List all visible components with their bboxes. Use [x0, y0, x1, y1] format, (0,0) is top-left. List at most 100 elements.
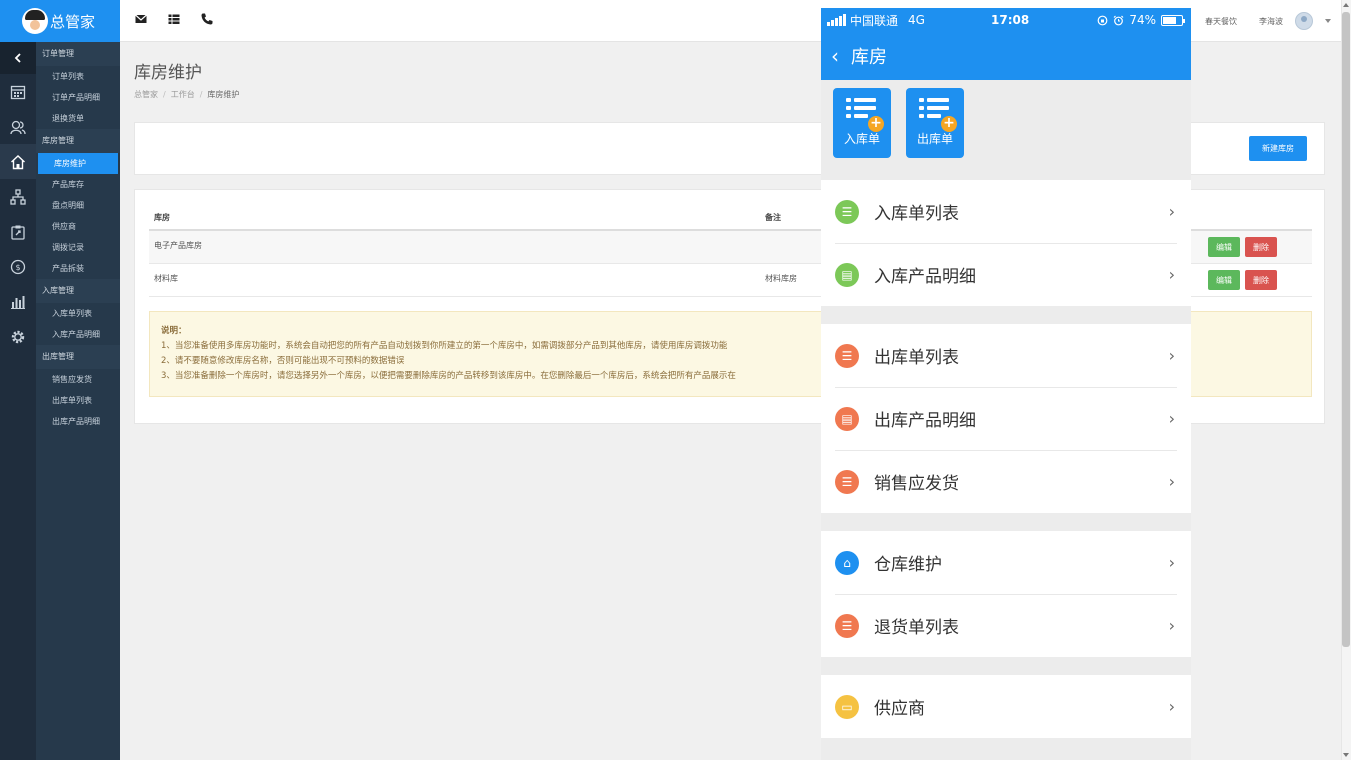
submenu-item-order-list[interactable]: 订单列表 [36, 66, 120, 87]
clipboard-icon [11, 225, 25, 240]
submenu-group-warehouse[interactable]: 库房管理 [36, 129, 120, 153]
user-name: 李海波 [1259, 16, 1283, 26]
mail-icon[interactable] [134, 12, 148, 26]
menu-row[interactable]: ☰ 出库单列表 › [821, 324, 1191, 387]
submenu-group-inbound[interactable]: 入库管理 [36, 279, 120, 303]
submenu-item-sales-to-ship[interactable]: 销售应发货 [36, 369, 120, 390]
submenu-item-returns[interactable]: 退换货单 [36, 108, 120, 129]
new-warehouse-button[interactable]: 新建库房 [1249, 136, 1307, 161]
rail-finance[interactable]: $ [0, 249, 36, 284]
breadcrumb-current: 库房维护 [207, 90, 240, 99]
warehouse-name-cell: 电子产品库房 [149, 230, 760, 264]
chevron-right-icon: › [1168, 265, 1175, 284]
menu-row-label: 供应商 [874, 699, 925, 719]
rail-organization[interactable] [0, 179, 36, 214]
status-time: 17:08 [991, 13, 1030, 27]
rail-warehouse[interactable] [0, 144, 36, 179]
logo-mascot-icon [22, 8, 48, 34]
submenu-item-outbound-product-detail[interactable]: 出库产品明细 [36, 411, 120, 432]
chevron-left-icon [14, 53, 21, 63]
submenu-item-order-product-detail[interactable]: 订单产品明细 [36, 87, 120, 108]
menu-row[interactable]: ☰ 销售应发货 › [821, 450, 1191, 513]
menu-row[interactable]: ⌂ 仓库维护 › [821, 531, 1191, 594]
carrier: 中国联通 [850, 13, 899, 28]
submenu-item-inbound-product-detail[interactable]: 入库产品明细 [36, 324, 120, 345]
menu-row-label: 入库产品明细 [874, 267, 976, 287]
detail-icon: ▤ [835, 406, 859, 431]
phone-menu: ☰ 入库单列表 › ▤ 入库产品明细 › ☰ 出库单列表 › ▤ 出库产品明细 › ☰ 销售应发货 › ⌂ 仓库… [821, 180, 1191, 738]
delete-button[interactable]: 删除 [1245, 270, 1277, 290]
menu-row-label: 出库产品明细 [874, 411, 976, 431]
rail-settings[interactable] [0, 319, 36, 354]
menu-row[interactable]: ▭ 供应商 › [821, 675, 1191, 738]
menu-row-label: 仓库维护 [874, 555, 942, 575]
rail-orders[interactable] [0, 74, 36, 109]
gear-icon [11, 330, 25, 343]
icon-rail: $ [0, 42, 36, 760]
menu-row-label: 退货单列表 [874, 618, 959, 638]
detail-icon: ▤ [835, 262, 859, 287]
delete-button[interactable]: 删除 [1245, 237, 1277, 257]
rail-customers[interactable] [0, 109, 36, 144]
menu-row-label: 销售应发货 [874, 474, 959, 494]
breadcrumb: 总管家 / 工作台 / 库房维护 [134, 90, 240, 99]
money-icon: $ [10, 259, 26, 274]
card-icon: ▭ [835, 694, 859, 719]
user-menu[interactable]: 春天餐饮 李海波 [1205, 12, 1331, 30]
row-actions: 编辑 删除 [1208, 237, 1277, 257]
breadcrumb-home[interactable]: 总管家 [134, 90, 158, 99]
chevron-down-icon[interactable] [1325, 19, 1331, 23]
submenu-item-suppliers[interactable]: 供应商 [36, 216, 120, 237]
submenu-item-product-stock[interactable]: 产品库存 [36, 174, 120, 195]
scrollbar-thumb[interactable] [1342, 12, 1350, 647]
scroll-down-icon[interactable] [1343, 753, 1349, 757]
submenu-item-stocktake-detail[interactable]: 盘点明细 [36, 195, 120, 216]
chevron-right-icon: › [1168, 472, 1175, 491]
quick-actions: + 入库单 + 出库单 [821, 80, 1191, 180]
mobile-preview: 中国联通 4G 17:08 74% ‹ 库房 + 入库单 + 出库单 ☰ 入库单… [821, 8, 1191, 760]
edit-button[interactable]: 编辑 [1208, 237, 1240, 257]
column-header-warehouse: 库房 [149, 206, 760, 231]
submenu-item-transfer-records[interactable]: 调拨记录 [36, 237, 120, 258]
submenu-item-product-assembly[interactable]: 产品拆装 [36, 258, 120, 279]
inbound-order-button[interactable]: + 入库单 [833, 88, 891, 158]
edit-button[interactable]: 编辑 [1208, 270, 1240, 290]
phone-status-bar: 中国联通 4G 17:08 74% [821, 8, 1191, 32]
chevron-right-icon: › [1168, 346, 1175, 365]
bar-chart-icon [11, 295, 25, 309]
page-title: 库房维护 [134, 63, 202, 83]
scroll-up-icon[interactable] [1343, 3, 1349, 7]
avatar[interactable] [1295, 12, 1313, 30]
rail-clipboard[interactable] [0, 214, 36, 249]
phone-icon[interactable] [200, 12, 214, 26]
menu-row[interactable]: ☰ 入库单列表 › [821, 180, 1191, 243]
chevron-right-icon: › [1168, 616, 1175, 635]
menu-row[interactable]: ▤ 出库产品明细 › [821, 387, 1191, 450]
battery-icon [1161, 14, 1185, 26]
battery-percent: 74% [1129, 13, 1156, 27]
warehouse-name-cell: 材料库 [149, 263, 760, 297]
rail-reports[interactable] [0, 284, 36, 319]
menu-row[interactable]: ☰ 退货单列表 › [821, 594, 1191, 657]
list-icon: ☰ [835, 199, 859, 224]
collapse-sidebar-button[interactable] [0, 42, 36, 74]
home-icon: ⌂ [835, 550, 859, 575]
submenu-group-outbound[interactable]: 出库管理 [36, 345, 120, 369]
menu-group: ☰ 出库单列表 › ▤ 出库产品明细 › ☰ 销售应发货 › [821, 324, 1191, 513]
outbound-order-button[interactable]: + 出库单 [906, 88, 964, 158]
back-chevron-icon[interactable]: ‹ [831, 44, 839, 68]
submenu-item-warehouse-maintenance[interactable]: 库房维护 [38, 153, 118, 174]
menu-group: ⌂ 仓库维护 › ☰ 退货单列表 › [821, 531, 1191, 657]
list-icon: ☰ [835, 613, 859, 638]
page-scrollbar[interactable] [1341, 0, 1351, 760]
submenu-item-outbound-list[interactable]: 出库单列表 [36, 390, 120, 411]
app-logo[interactable]: 总管家 [0, 0, 120, 42]
menu-row[interactable]: ▤ 入库产品明细 › [821, 243, 1191, 306]
phone-navbar: ‹ 库房 [821, 32, 1191, 80]
app-name: 总管家 [50, 12, 96, 31]
submenu-group-orders[interactable]: 订单管理 [36, 42, 120, 66]
list-icon[interactable] [167, 12, 181, 26]
submenu-item-inbound-list[interactable]: 入库单列表 [36, 303, 120, 324]
company-name: 春天餐饮 [1205, 16, 1237, 26]
breadcrumb-workbench[interactable]: 工作台 [171, 90, 195, 99]
